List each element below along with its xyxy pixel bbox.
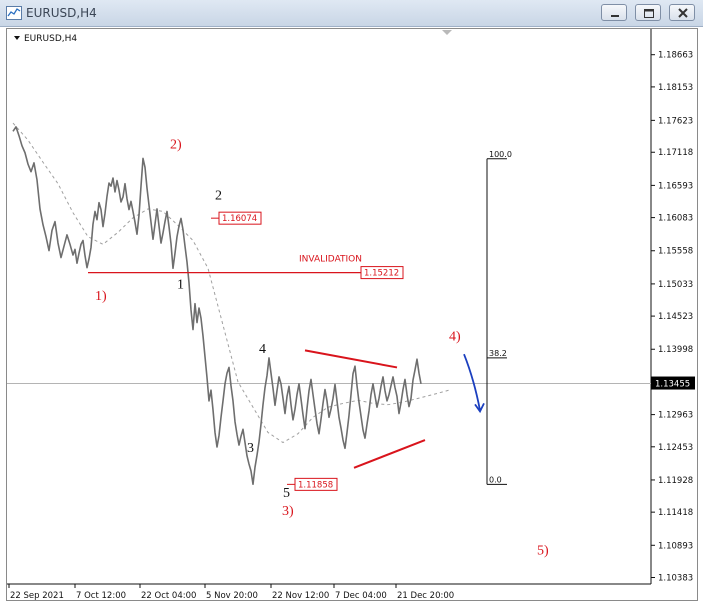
- y-tick-label: 1.18663: [658, 51, 693, 61]
- moving-average-line: [12, 122, 450, 444]
- symbol-dropdown-icon[interactable]: [14, 36, 20, 40]
- y-tick-label: 1.12453: [658, 443, 693, 453]
- y-tick-label: 1.15558: [658, 247, 693, 257]
- current-price-label: 1.13455: [655, 380, 690, 390]
- wave-label: 3): [282, 504, 294, 519]
- wave-label: 5): [537, 543, 549, 558]
- invalidation-price-label: 1.15212: [364, 269, 399, 279]
- invalidation-label: INVALIDATION: [299, 255, 362, 265]
- y-tick-label: 1.12963: [658, 411, 693, 421]
- wave-label: 4): [449, 329, 461, 344]
- fibonacci-level-label: 100.0: [489, 150, 512, 159]
- fibonacci-level-label: 38.2: [489, 349, 507, 358]
- wave-label: 2): [170, 137, 182, 152]
- triangle-trendline: [353, 439, 426, 469]
- y-tick-label: 1.16593: [658, 181, 693, 191]
- x-tick-label: 7 Oct 12:00: [76, 591, 126, 601]
- close-icon: [678, 8, 688, 18]
- wave-label: 1): [95, 289, 107, 304]
- window-title: EURUSD,H4: [26, 6, 97, 20]
- x-tick-label: 21 Dec 20:00: [397, 591, 454, 601]
- close-button[interactable]: [669, 4, 695, 21]
- y-tick-label: 1.13998: [658, 345, 693, 355]
- maximize-button[interactable]: [635, 4, 661, 21]
- y-tick-label: 1.10383: [658, 573, 693, 583]
- chart-window-icon: [6, 6, 22, 20]
- y-tick-label: 1.11928: [658, 476, 693, 486]
- x-tick-label: 7 Dec 04:00: [335, 591, 387, 601]
- maximize-icon: [644, 9, 654, 18]
- y-tick-label: 1.18153: [658, 83, 693, 93]
- chart-symbol-label: EURUSD,H4: [24, 34, 77, 44]
- projection-arrow: [463, 353, 481, 411]
- triangle-trendline: [304, 349, 398, 369]
- price-tag-label: 1.16074: [222, 214, 257, 224]
- price-chart[interactable]: 1.18663 1.18153 1.17623 1.17118 1.16593 1.160…: [7, 29, 699, 602]
- y-tick-label: 1.15033: [658, 280, 693, 290]
- y-tick-label: 1.17118: [658, 148, 693, 158]
- title-bar: EURUSD,H4: [0, 0, 703, 27]
- wave-label: 1: [177, 278, 184, 293]
- x-tick-label: 22 Nov 12:00: [272, 591, 329, 601]
- price-line: [12, 126, 422, 486]
- minimize-icon: [611, 15, 619, 17]
- scroll-marker-icon[interactable]: [442, 30, 452, 35]
- x-tick-label: 22 Sep 2021: [10, 591, 64, 601]
- wave-label: 2: [215, 188, 222, 203]
- chart-area[interactable]: 1.18663 1.18153 1.17623 1.17118 1.16593 1.160…: [6, 28, 698, 601]
- y-tick-label: 1.10893: [658, 541, 693, 551]
- y-tick-label: 1.11418: [658, 508, 693, 518]
- wave-label: 3: [247, 441, 254, 456]
- price-tag-label: 1.11858: [298, 480, 333, 490]
- x-tick-label: 22 Oct 04:00: [141, 591, 196, 601]
- wave-label: 4: [259, 342, 266, 357]
- wave-label: 5: [283, 486, 290, 501]
- minimize-button[interactable]: [601, 4, 627, 21]
- y-tick-label: 1.17623: [658, 116, 693, 126]
- y-tick-label: 1.16083: [658, 214, 693, 224]
- x-tick-label: 5 Nov 20:00: [206, 591, 258, 601]
- fibonacci-level-label: 0.0: [489, 475, 502, 484]
- y-tick-label: 1.14523: [658, 312, 693, 322]
